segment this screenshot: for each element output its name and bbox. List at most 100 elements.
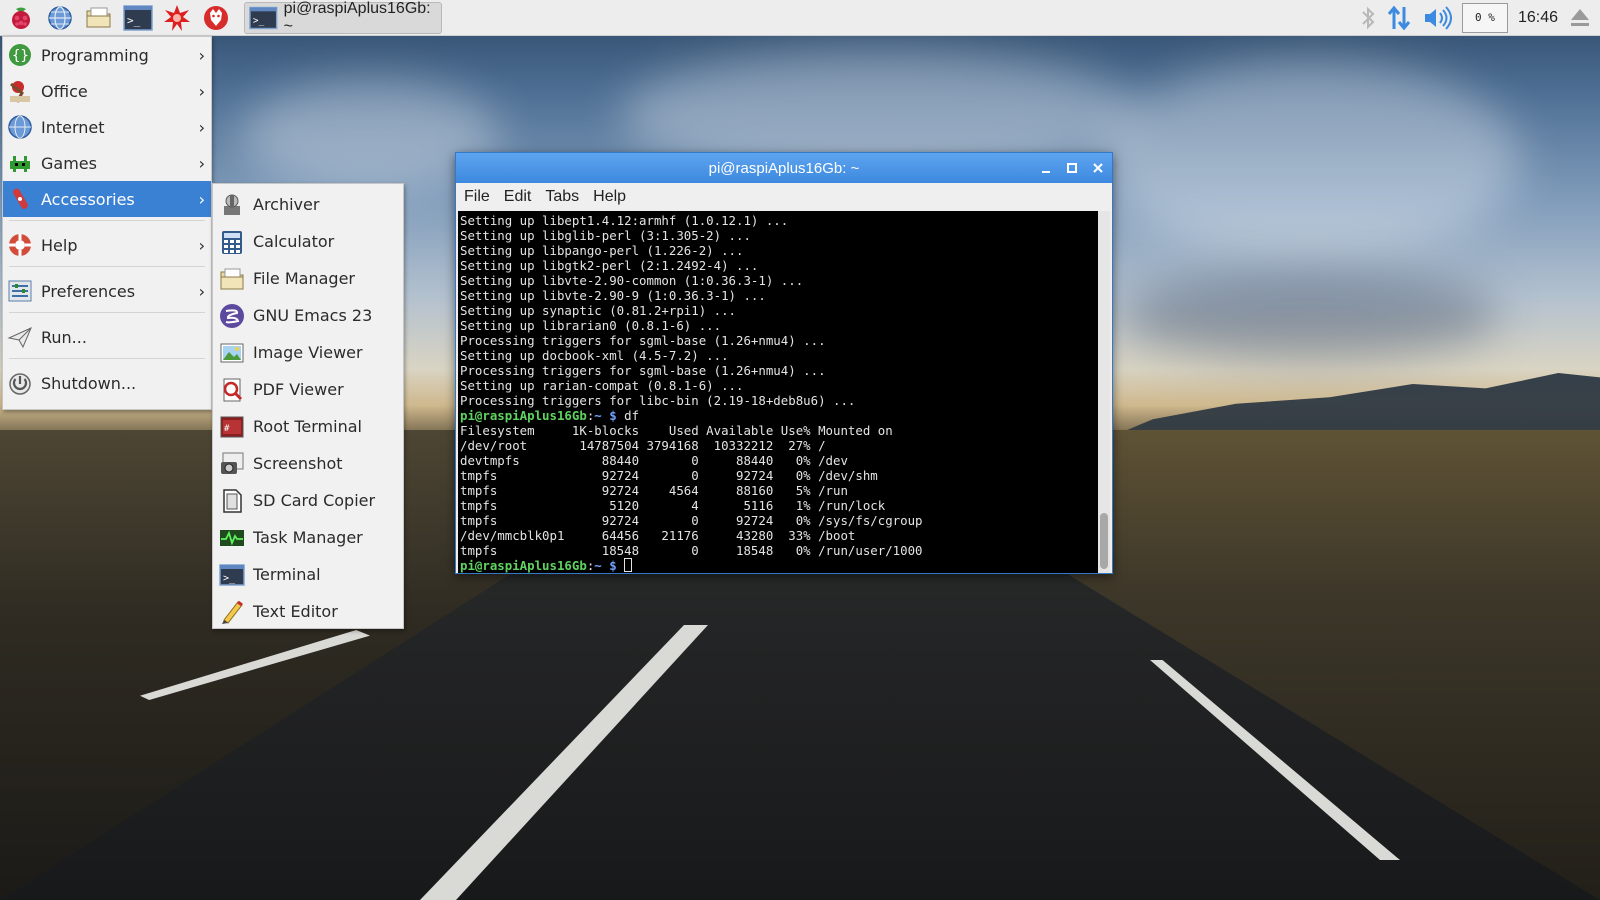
submenu-label: Calculator xyxy=(253,232,335,251)
menu-file[interactable]: File xyxy=(464,188,490,206)
clock[interactable]: 16:46 xyxy=(1518,9,1558,27)
taskbar: >_ >_ pi@raspiAplus16Gb: ~ 0 % 16:46 xyxy=(0,0,1600,36)
network-arrows-icon[interactable] xyxy=(1386,4,1412,32)
minimize-icon[interactable] xyxy=(1040,162,1052,174)
submenu-label: Image Viewer xyxy=(253,343,363,362)
text-cursor xyxy=(624,558,633,572)
menu-item-office[interactable]: Office › xyxy=(3,73,211,109)
df-line: Filesystem 1K-blocks Used Available Use%… xyxy=(460,423,893,438)
submenu-item-screenshot[interactable]: Screenshot xyxy=(213,445,403,482)
wolfram-launcher[interactable] xyxy=(198,1,234,35)
terminal-launcher[interactable]: >_ xyxy=(120,1,156,35)
menu-item-accessories[interactable]: Accessories › xyxy=(3,181,211,217)
submenu-item-terminal[interactable]: >_ Terminal xyxy=(213,556,403,593)
menu-tabs[interactable]: Tabs xyxy=(545,188,579,206)
menu-label: Preferences xyxy=(41,281,136,301)
chevron-right-icon: › xyxy=(198,235,205,255)
df-line: tmpfs 18548 0 18548 0% /run/user/1000 xyxy=(460,543,923,558)
menu-separator xyxy=(9,358,205,359)
svg-text:>_: >_ xyxy=(223,573,236,584)
menu-item-internet[interactable]: Internet › xyxy=(3,109,211,145)
menu-label: Accessories xyxy=(41,189,135,209)
df-line: /dev/root 14787504 3794168 10332212 27% … xyxy=(460,438,826,453)
file-manager-launcher[interactable] xyxy=(81,1,117,35)
df-line: /dev/mmcblk0p1 64456 21176 43280 33% /bo… xyxy=(460,528,856,543)
chevron-right-icon: › xyxy=(198,117,205,137)
system-tray: 0 % 16:46 xyxy=(1360,0,1600,36)
svg-text:#: # xyxy=(224,424,230,434)
globe-browser-icon xyxy=(48,5,72,30)
close-icon[interactable] xyxy=(1092,162,1104,174)
cpu-usage-label: 0 % xyxy=(1475,11,1495,24)
submenu-item-file-manager[interactable]: File Manager xyxy=(213,260,403,297)
window-title: pi@raspiAplus16Gb: ~ xyxy=(708,159,860,177)
submenu-item-pdf-viewer[interactable]: PDF Viewer xyxy=(213,371,403,408)
mathematica-launcher[interactable] xyxy=(159,1,195,35)
browser-launcher[interactable] xyxy=(42,1,78,35)
terminal-line: Processing triggers for libc-bin (2.19-1… xyxy=(460,393,856,408)
submenu-item-calculator[interactable]: Calculator xyxy=(213,223,403,260)
menu-item-games[interactable]: Games › xyxy=(3,145,211,181)
submenu-item-task-manager[interactable]: Task Manager xyxy=(213,519,403,556)
menu-help[interactable]: Help xyxy=(593,188,626,206)
menu-item-programming[interactable]: {} Programming › xyxy=(3,37,211,73)
programming-icon: {} xyxy=(9,44,31,66)
file-manager-icon xyxy=(220,268,244,289)
menu-item-preferences[interactable]: Preferences › xyxy=(3,273,211,309)
submenu-label: GNU Emacs 23 xyxy=(253,306,373,325)
maximize-icon[interactable] xyxy=(1066,162,1078,174)
run-icon xyxy=(7,327,32,349)
svg-text:>_: >_ xyxy=(127,14,141,27)
menu-edit[interactable]: Edit xyxy=(504,188,532,206)
raspberry-menu-button[interactable] xyxy=(3,1,39,35)
scrollbar-thumb[interactable] xyxy=(1100,513,1108,569)
terminal-titlebar[interactable]: pi@raspiAplus16Gb: ~ xyxy=(456,153,1112,183)
terminal-icon: >_ xyxy=(219,563,245,586)
submenu-item-gnu-emacs[interactable]: GNU Emacs 23 xyxy=(213,297,403,334)
terminal-line: Setting up synaptic (0.81.2+rpi1) ... xyxy=(460,303,737,318)
chevron-right-icon: › xyxy=(198,153,205,173)
menu-item-run[interactable]: Run... xyxy=(3,319,211,355)
calculator-icon xyxy=(222,230,242,254)
svg-text:>_: >_ xyxy=(253,15,265,26)
menu-separator xyxy=(9,266,205,267)
submenu-label: PDF Viewer xyxy=(253,380,344,399)
terminal-line: Setting up docbook-xml (4.5-7.2) ... xyxy=(460,348,729,363)
cloud xyxy=(1120,270,1500,360)
menu-item-shutdown[interactable]: Shutdown... xyxy=(3,365,211,401)
submenu-item-root-terminal[interactable]: # Root Terminal xyxy=(213,408,403,445)
volume-icon[interactable] xyxy=(1422,5,1452,31)
submenu-item-text-editor[interactable]: Text Editor xyxy=(213,593,403,630)
chevron-right-icon: › xyxy=(198,45,205,65)
prompt-user: pi@raspiAplus16Gb xyxy=(460,558,587,573)
help-icon xyxy=(9,234,31,256)
terminal-line: Setting up libpango-perl (1.226-2) ... xyxy=(460,243,744,258)
prompt-line: pi@raspiAplus16Gb:~ $ df xyxy=(460,408,640,423)
terminal-line: Setting up libglib-perl (3:1.305-2) ... xyxy=(460,228,751,243)
submenu-label: Terminal xyxy=(253,565,321,584)
menu-label: Run... xyxy=(41,327,87,347)
submenu-item-archiver[interactable]: Archiver xyxy=(213,186,403,223)
menu-label: Help xyxy=(41,235,78,255)
df-line: devtmpfs 88440 0 88440 0% /dev xyxy=(460,453,848,468)
df-line: tmpfs 92724 0 92724 0% /sys/fs/cgroup xyxy=(460,513,923,528)
prompt-line: pi@raspiAplus16Gb:~ $ xyxy=(460,558,1098,573)
menu-item-help[interactable]: Help › xyxy=(3,227,211,263)
eject-icon[interactable] xyxy=(1568,5,1592,31)
menu-label: Games xyxy=(41,153,97,173)
taskbar-terminal-task[interactable]: >_ pi@raspiAplus16Gb: ~ xyxy=(244,0,442,35)
archiver-icon xyxy=(224,194,240,215)
image-viewer-icon xyxy=(220,343,244,362)
mathematica-icon xyxy=(164,4,190,31)
bluetooth-icon[interactable] xyxy=(1360,5,1376,31)
submenu-label: Archiver xyxy=(253,195,320,214)
text-editor-icon xyxy=(222,600,243,624)
cpu-monitor[interactable]: 0 % xyxy=(1461,2,1508,33)
submenu-item-sd-card-copier[interactable]: SD Card Copier xyxy=(213,482,403,519)
main-menu: {} Programming › Office › Internet › Gam… xyxy=(2,36,212,410)
pdf-viewer-icon xyxy=(223,378,243,401)
terminal-scrollbar[interactable] xyxy=(1098,211,1110,573)
terminal-output[interactable]: Setting up libept1.4.12:armhf (1.0.12.1)… xyxy=(458,211,1098,573)
submenu-item-image-viewer[interactable]: Image Viewer xyxy=(213,334,403,371)
terminal-line: Setting up rarian-compat (0.8.1-6) ... xyxy=(460,378,744,393)
